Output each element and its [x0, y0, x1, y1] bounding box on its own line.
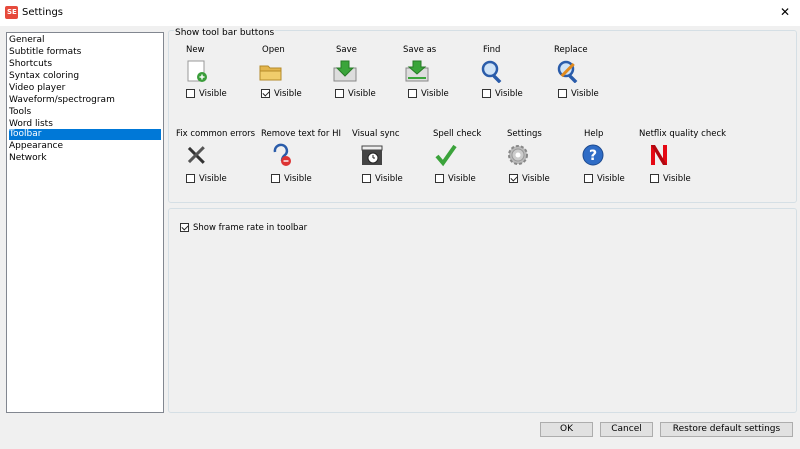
- sidebar-item-video-player[interactable]: Video player: [9, 83, 161, 94]
- visible-checkbox-netflix-quality-check[interactable]: [650, 174, 659, 183]
- visible-label-save-as: Visible: [421, 89, 449, 99]
- frame-rate-group: [168, 208, 797, 413]
- visible-checkbox-replace[interactable]: [558, 89, 567, 98]
- toolbar-label-settings: Settings: [507, 129, 542, 139]
- toolbar-buttons-group: [168, 30, 797, 203]
- app-icon-text: SE: [7, 8, 17, 16]
- svg-text:?: ?: [589, 148, 597, 164]
- visible-checkbox-open[interactable]: [261, 89, 270, 98]
- title-bar: SE Settings ✕: [0, 0, 800, 26]
- sidebar-item-shortcuts[interactable]: Shortcuts: [9, 59, 161, 70]
- toolbar-label-netflix-quality-check: Netflix quality check: [639, 129, 727, 139]
- sidebar-item-appearance[interactable]: Appearance: [9, 141, 161, 152]
- netflix-icon: [647, 143, 671, 167]
- visible-checkbox-visual-sync[interactable]: [362, 174, 371, 183]
- fix-errors-icon: [184, 143, 208, 167]
- toolbar-label-open: Open: [262, 45, 285, 55]
- find-icon: [480, 59, 504, 84]
- visible-checkbox-fix-common-errors[interactable]: [186, 174, 195, 183]
- toolbar-label-replace: Replace: [554, 45, 588, 55]
- app-icon: SE: [5, 6, 18, 19]
- frame-rate-checkbox[interactable]: [180, 223, 189, 232]
- visible-checkbox-find[interactable]: [482, 89, 491, 98]
- toolbar-label-remove-text-hi: Remove text for HI: [261, 129, 341, 139]
- sidebar-item-general[interactable]: General: [9, 35, 161, 46]
- settings-category-list[interactable]: General Subtitle formats Shortcuts Synta…: [6, 32, 164, 413]
- spell-check-icon: [434, 143, 458, 167]
- toolbar-label-spell-check: Spell check: [433, 129, 482, 139]
- sidebar-item-waveform[interactable]: Waveform/spectrogram: [9, 95, 161, 106]
- visible-label-save: Visible: [348, 89, 376, 99]
- save-icon: [333, 59, 357, 83]
- sidebar-item-tools[interactable]: Tools: [9, 107, 161, 118]
- help-icon: ?: [581, 143, 605, 167]
- ok-button[interactable]: OK: [540, 422, 593, 437]
- toolbar-label-save: Save: [336, 45, 357, 55]
- sidebar-item-syntax-coloring[interactable]: Syntax coloring: [9, 71, 161, 82]
- toolbar-label-fix-common-errors: Fix common errors: [176, 129, 256, 139]
- visible-label-remove-text-hi: Visible: [284, 174, 312, 184]
- visible-checkbox-settings[interactable]: [509, 174, 518, 183]
- sidebar-item-subtitle-formats[interactable]: Subtitle formats: [9, 47, 161, 58]
- sidebar-item-network[interactable]: Network: [9, 153, 161, 164]
- save-as-icon: [405, 59, 429, 83]
- visible-label-fix-common-errors: Visible: [199, 174, 227, 184]
- restore-defaults-button[interactable]: Restore default settings: [660, 422, 793, 437]
- visible-checkbox-save[interactable]: [335, 89, 344, 98]
- window-title: Settings: [22, 7, 64, 18]
- visible-label-new: Visible: [199, 89, 227, 99]
- toolbar-label-visual-sync: Visual sync: [352, 129, 400, 139]
- visible-label-settings: Visible: [522, 174, 550, 184]
- replace-icon: [556, 59, 580, 84]
- visible-checkbox-new[interactable]: [186, 89, 195, 98]
- visible-checkbox-remove-text-hi[interactable]: [271, 174, 280, 183]
- group-legend: Show tool bar buttons: [174, 28, 276, 38]
- close-icon[interactable]: ✕: [780, 5, 790, 19]
- visible-label-help: Visible: [597, 174, 625, 184]
- toolbar-label-new: New: [186, 45, 205, 55]
- visible-label-find: Visible: [495, 89, 523, 99]
- visible-label-netflix-quality-check: Visible: [663, 174, 691, 184]
- settings-gear-icon: [506, 143, 530, 167]
- new-file-icon: [185, 59, 209, 83]
- remove-hi-icon: [269, 143, 293, 167]
- visible-checkbox-save-as[interactable]: [408, 89, 417, 98]
- toolbar-label-help: Help: [584, 129, 604, 139]
- visible-checkbox-spell-check[interactable]: [435, 174, 444, 183]
- visible-checkbox-help[interactable]: [584, 174, 593, 183]
- toolbar-label-find: Find: [483, 45, 501, 55]
- visible-label-open: Visible: [274, 89, 302, 99]
- visible-label-visual-sync: Visible: [375, 174, 403, 184]
- visual-sync-icon: [360, 143, 384, 167]
- cancel-button[interactable]: Cancel: [600, 422, 653, 437]
- sidebar-item-toolbar[interactable]: Toolbar: [9, 129, 161, 140]
- open-folder-icon: [259, 59, 283, 83]
- visible-label-replace: Visible: [571, 89, 599, 99]
- visible-label-spell-check: Visible: [448, 174, 476, 184]
- toolbar-label-save-as: Save as: [403, 45, 437, 55]
- frame-rate-label: Show frame rate in toolbar: [193, 223, 308, 233]
